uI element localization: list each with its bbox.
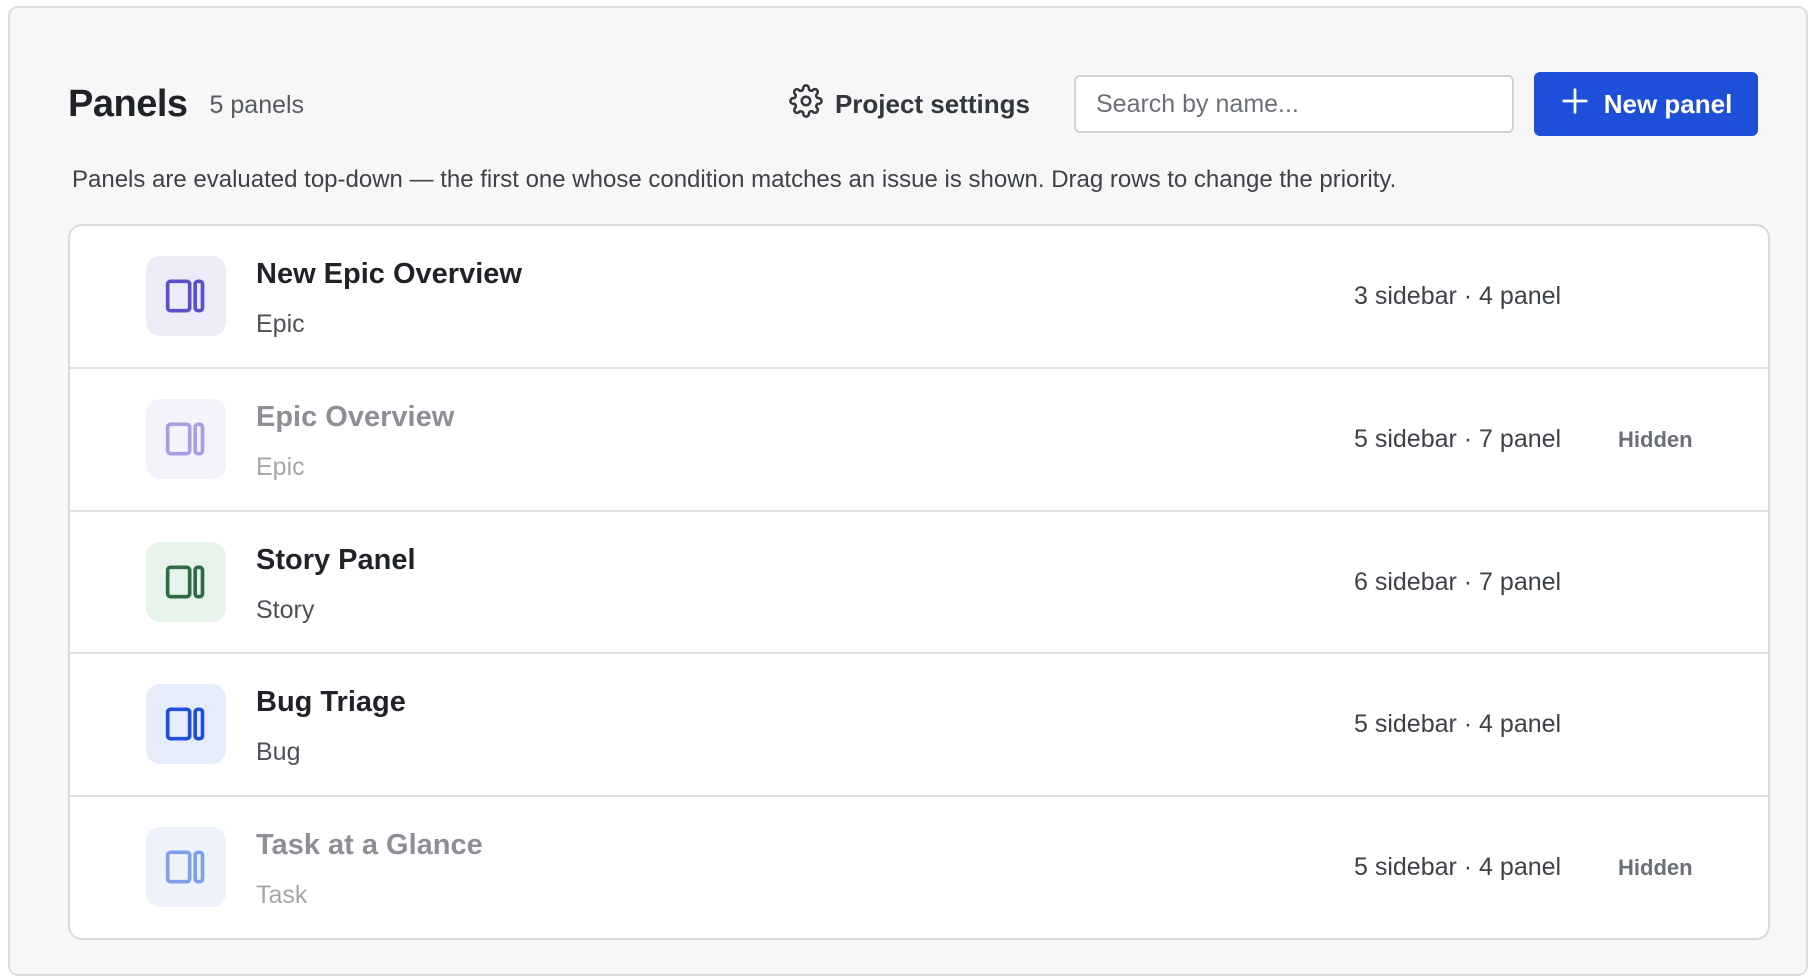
panels-page: Panels 5 panels Project settings New pan… [8, 6, 1808, 976]
panel-name: Epic Overview [256, 400, 455, 433]
panel-field-counts: 5 sidebar · 7 panel [1354, 424, 1562, 453]
panel-field-counts: 5 sidebar · 4 panel [1354, 710, 1562, 739]
panel-list: New Epic Overview Epic 3 sidebar · 4 pan… [68, 224, 1770, 940]
panel-issue-type: Epic [256, 452, 305, 481]
panel-name: Task at a Glance [256, 829, 483, 862]
panel-layout-icon [146, 398, 226, 479]
panel-name: New Epic Overview [256, 258, 522, 290]
panel-row[interactable]: Story Panel Story 6 sidebar · 7 panel [70, 512, 1768, 655]
panel-name: Story Panel [256, 543, 416, 576]
panel-row[interactable]: Epic Overview Epic 5 sidebar · 7 panel H… [70, 369, 1768, 512]
panel-name: Bug Triage [256, 686, 406, 719]
panel-issue-type: Epic [256, 310, 305, 338]
panel-field-counts: 3 sidebar · 4 panel [1354, 282, 1562, 310]
panel-issue-type: Task [256, 881, 308, 910]
new-panel-button[interactable]: New panel [1534, 72, 1758, 136]
search-input[interactable] [1074, 75, 1514, 133]
panel-row[interactable]: New Epic Overview Epic 3 sidebar · 4 pan… [70, 226, 1768, 369]
panel-row[interactable]: Bug Triage Bug 5 sidebar · 4 panel [70, 654, 1768, 798]
panel-count: 5 panels [209, 90, 305, 119]
hidden-badge: Hidden [1618, 855, 1693, 881]
panel-layout-icon [146, 541, 226, 622]
panel-issue-type: Story [256, 595, 315, 624]
panel-layout-icon [146, 827, 226, 908]
page-header: Panels 5 panels Project settings New pan… [68, 72, 1758, 136]
hidden-badge: Hidden [1618, 426, 1693, 452]
gear-icon [789, 83, 823, 125]
project-settings-label: Project settings [834, 88, 1030, 119]
plus-icon [1560, 86, 1590, 123]
panel-issue-type: Bug [256, 738, 301, 767]
page-title: Panels [68, 82, 188, 125]
panel-field-counts: 5 sidebar · 4 panel [1354, 853, 1562, 882]
panel-layout-icon [146, 256, 226, 336]
panel-row[interactable]: Task at a Glance Task 5 sidebar · 4 pane… [70, 797, 1768, 938]
priority-hint: Panels are evaluated top-down — the firs… [72, 166, 1397, 193]
project-settings-button[interactable]: Project settings [789, 83, 1030, 125]
panel-field-counts: 6 sidebar · 7 panel [1354, 567, 1562, 596]
panel-layout-icon [146, 684, 226, 765]
new-panel-label: New panel [1603, 88, 1733, 119]
